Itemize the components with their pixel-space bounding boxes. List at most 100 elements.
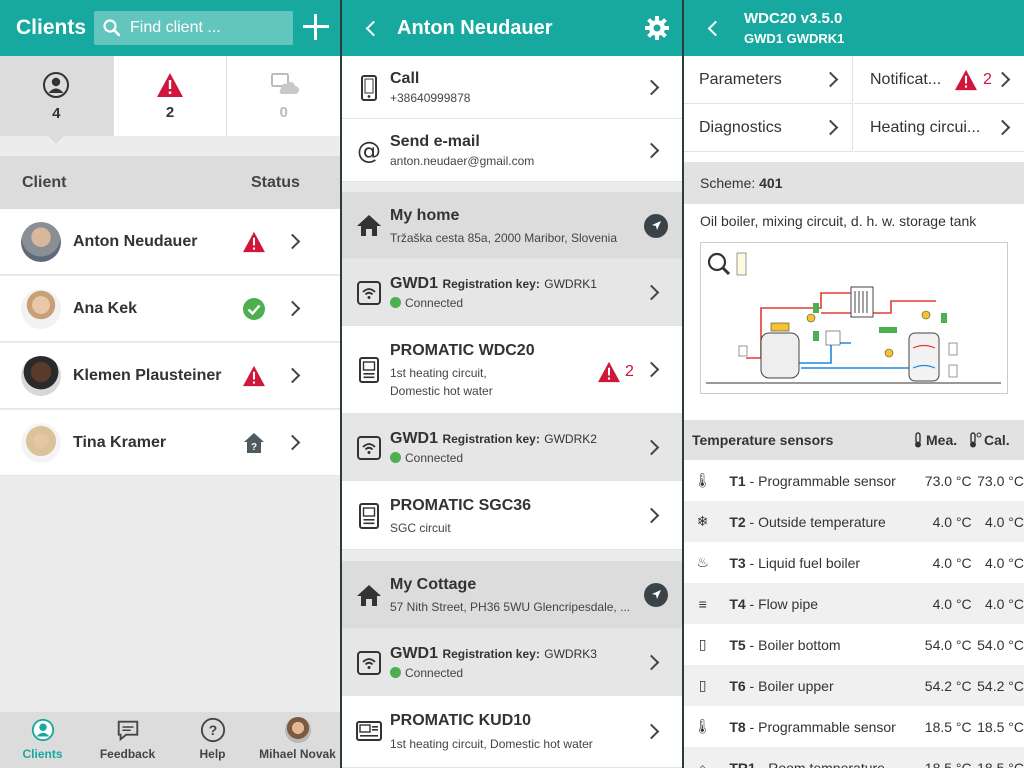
add-client-button[interactable]: [303, 14, 329, 40]
parameters-tile[interactable]: Parameters: [684, 56, 853, 104]
nav-profile[interactable]: Mihael Novak: [255, 712, 340, 768]
email-row[interactable]: @ Send e-mail anton.neudaer@gmail.com: [342, 119, 682, 182]
device-row[interactable]: GWD1 Registration key: GWDRK3 Connected: [342, 629, 682, 696]
device-line1: 1st heating circuit,: [390, 366, 487, 380]
sensor-row[interactable]: 🌡︎ T8 - Programmable sensor 18.5 °C 18.5 °C: [684, 706, 1024, 747]
nav-label: Clients: [22, 747, 63, 761]
avatar: [21, 355, 61, 396]
sensor-row[interactable]: ❄ T2 - Outside temperature 4.0 °C 4.0 °C: [684, 501, 1024, 542]
nav-feedback[interactable]: Feedback: [85, 712, 170, 768]
call-row[interactable]: Call +38640999878: [342, 56, 682, 119]
gear-icon[interactable]: [644, 15, 670, 41]
sensor-row[interactable]: ⌂ TR1 - Room temperature 18.5 °C 18.5 °C: [684, 747, 1024, 768]
calculated-value: 54.0 °C: [977, 636, 1024, 653]
detail-topbar: Anton Neudauer: [342, 0, 682, 56]
page-title: Anton Neudauer: [397, 16, 553, 39]
svg-text:@: @: [357, 138, 381, 164]
reg-key-value: GWDRK3: [544, 647, 597, 661]
gateway-wifi-icon: [357, 651, 381, 675]
scheme-bar: Scheme: 401: [684, 162, 1024, 204]
chevron-right-icon: [643, 142, 660, 159]
client-row[interactable]: Tina Kramer ?: [0, 410, 340, 476]
svg-text:?: ?: [251, 442, 257, 453]
measured-value: 4.0 °C: [932, 513, 972, 530]
diagnostics-tile[interactable]: Diagnostics: [684, 104, 853, 152]
search-icon: [103, 19, 121, 37]
device-row[interactable]: GWD1 Registration key: GWDRK1 Connected: [342, 259, 682, 326]
list-header: Client Status: [0, 156, 340, 209]
connected-dot-icon: [390, 297, 401, 308]
warning-icon: [157, 72, 183, 97]
client-name: Tina Kramer: [73, 433, 167, 451]
status-text: Connected: [405, 451, 464, 465]
location-row[interactable]: My Cottage 57 Nith Street, PH36 5WU Glen…: [342, 561, 682, 629]
sensor-name: T8 - Programmable sensor: [729, 719, 917, 735]
chevron-right-icon: [643, 284, 660, 301]
notifications-tile[interactable]: Notificat... 2: [854, 56, 1024, 104]
client-row[interactable]: Ana Kek: [0, 276, 340, 342]
chevron-right-icon: [822, 71, 839, 88]
chevron-right-icon: [643, 79, 660, 96]
client-row[interactable]: Anton Neudauer: [0, 209, 340, 275]
back-button[interactable]: [707, 20, 724, 36]
device-row[interactable]: PROMATIC KUD10 1st heating circuit, Dome…: [342, 696, 682, 768]
page-title: WDC20 v3.5.0: [744, 10, 843, 27]
navigate-icon[interactable]: [644, 583, 668, 607]
device-status: Connected: [390, 296, 463, 310]
connected-dot-icon: [390, 667, 401, 678]
sensor-row[interactable]: ▯ T5 - Boiler bottom 54.0 °C 54.0 °C: [684, 624, 1024, 665]
cloud-offline-icon: [270, 72, 299, 94]
measured-value: 18.5 °C: [924, 759, 972, 768]
search-input[interactable]: Find client ...: [94, 11, 293, 45]
client-row[interactable]: Klemen Plausteiner: [0, 343, 340, 409]
filter-all[interactable]: 4: [0, 56, 113, 144]
tile-label: Parameters: [699, 70, 782, 88]
sensor-row[interactable]: ♨ T3 - Liquid fuel boiler 4.0 °C 4.0 °C: [684, 542, 1024, 583]
sensor-label: - Boiler upper: [745, 677, 834, 694]
sensor-row[interactable]: 🌡︎ T1 - Programmable sensor 73.0 °C 73.0 °C: [684, 460, 1024, 501]
search-placeholder: Find client ...: [130, 19, 221, 36]
location-row[interactable]: My home Tržaška cesta 85a, 2000 Maribor,…: [342, 192, 682, 259]
sensor-row[interactable]: ≡ T4 - Flow pipe 4.0 °C 4.0 °C: [684, 583, 1024, 624]
device-name: PROMATIC KUD10: [390, 712, 532, 729]
filter-alerts[interactable]: 2: [112, 56, 227, 136]
device-row[interactable]: PROMATIC WDC20 1st heating circuit, Dome…: [342, 326, 682, 414]
device-name: GWD1: [390, 430, 438, 447]
phone-number: +38640999878: [390, 91, 471, 105]
reg-key-value: GWDRK1: [544, 277, 597, 291]
svg-text:?: ?: [208, 722, 217, 738]
nav-clients[interactable]: Clients: [0, 712, 85, 768]
sensor-name: T2 - Outside temperature: [729, 514, 917, 530]
column-client: Client: [22, 173, 67, 191]
nav-help[interactable]: ? Help: [170, 712, 255, 768]
avatar: [21, 422, 61, 463]
device-line1: SGC circuit: [390, 521, 451, 535]
filter-offline[interactable]: 0: [226, 56, 340, 136]
heating-circuit-tile[interactable]: Heating circui...: [854, 104, 1024, 152]
device-row[interactable]: PROMATIC SGC36 SGC circuit: [342, 481, 682, 550]
navigate-icon[interactable]: [644, 214, 668, 238]
reg-key-value: GWDRK2: [544, 432, 597, 446]
sensor-row[interactable]: ▯ T6 - Boiler upper 54.2 °C 54.2 °C: [684, 665, 1024, 706]
nav-label: Help: [199, 747, 226, 761]
calculated-label: Cal.: [984, 432, 1010, 448]
outside-temp-icon: ❄: [696, 513, 709, 529]
gateway-wifi-icon: [357, 436, 381, 460]
thermometer-star-icon: 🌡︎: [693, 718, 712, 734]
check-icon: [241, 296, 267, 322]
tank-bottom-icon: ▯: [698, 636, 707, 652]
reg-key-label: Registration key:: [442, 647, 540, 661]
clients-panel: Clients Find client ... 4 2 0 Client Sta…: [0, 0, 340, 768]
zoom-icon[interactable]: [707, 252, 731, 276]
device-row[interactable]: GWD1 Registration key: GWDRK2 Connected: [342, 414, 682, 481]
client-name: Klemen Plausteiner: [73, 366, 222, 384]
sensor-label: - Programmable sensor: [745, 718, 896, 735]
device-title: GWD1 Registration key: GWDRK1: [390, 275, 597, 293]
radiator-icon: ≡: [698, 595, 707, 612]
chevron-right-icon: [284, 434, 301, 451]
back-button[interactable]: [365, 20, 382, 36]
hydraulic-scheme-diagram[interactable]: [700, 242, 1008, 394]
chevron-right-icon: [643, 507, 660, 524]
tile-label: Notificat...: [870, 70, 942, 88]
chevron-right-icon: [284, 233, 301, 250]
